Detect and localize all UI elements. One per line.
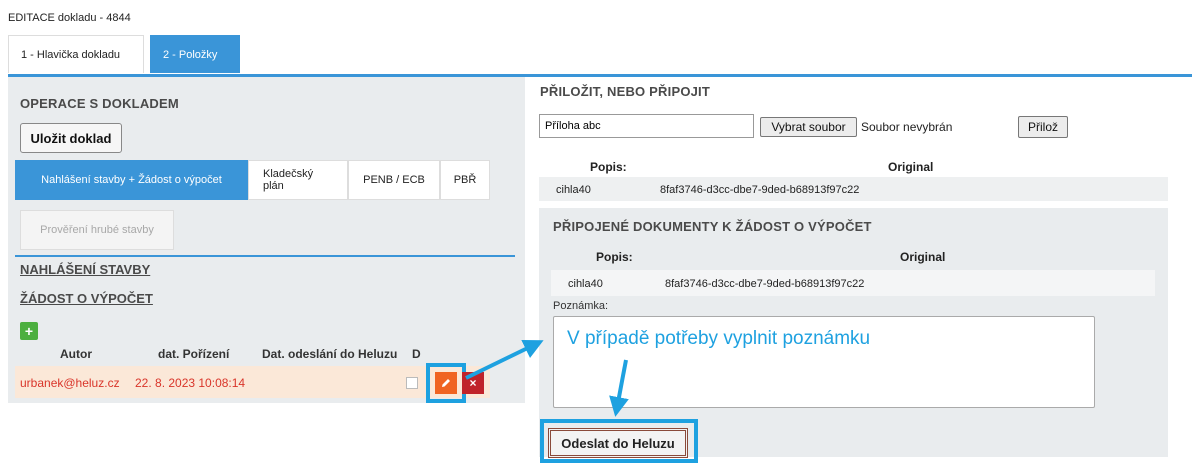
close-icon: × <box>469 376 477 390</box>
link-zadost-o-vypocet[interactable]: ŽÁDOST O VÝPOČET <box>20 291 153 306</box>
add-button[interactable]: + <box>20 322 38 340</box>
attach-button[interactable]: Přilož <box>1018 116 1068 138</box>
divider <box>15 255 515 257</box>
link-nahlaseni-stavby[interactable]: NAHLÁŠENÍ STAVBY <box>20 262 150 277</box>
checkbox[interactable] <box>406 377 418 389</box>
tab-polozky[interactable]: 2 - Položky <box>150 35 240 73</box>
note-label: Poznámka: <box>553 300 609 312</box>
delete-button[interactable]: × <box>462 372 484 394</box>
cell-popis: cihla40 <box>568 278 603 290</box>
connected-title: PŘIPOJENÉ DOKUMENTY K ŽÁDOST O VÝPOČET <box>553 219 872 234</box>
edit-button[interactable] <box>435 372 457 394</box>
pencil-icon <box>442 379 450 387</box>
col-header-dat-porizeni: dat. Pořízení <box>158 347 230 361</box>
col-header-autor: Autor <box>60 347 92 361</box>
cell-popis: cihla40 <box>556 184 591 196</box>
cell-original: 8faf3746-d3cc-dbe7-9ded-b68913f97c22 <box>665 278 865 290</box>
tab-pbr[interactable]: PBŘ <box>440 160 490 200</box>
tab-kladecsky-plan[interactable]: Kladečský plán <box>248 160 348 200</box>
tab-label: 1 - Hlavička dokladu <box>21 48 121 61</box>
attach-title: PŘILOŽIT, NEBO PŘIPOJIT <box>540 84 711 99</box>
send-to-heluz-button[interactable]: Odeslat do Heluzu <box>548 428 688 458</box>
page-title: EDITACE dokladu - 4844 <box>8 12 131 24</box>
cell-autor: urbanek@heluz.cz <box>20 376 120 390</box>
grid-header-popis: Popis: <box>590 160 627 174</box>
no-file-text: Soubor nevybrán <box>861 120 953 134</box>
grid-header-original: Original <box>888 160 934 174</box>
note-annotation: V případě potřeby vyplnit poznámku <box>567 328 871 349</box>
op-tab-label: PBŘ <box>453 174 477 186</box>
cell-original: 8faf3746-d3cc-dbe7-9ded-b68913f97c22 <box>660 184 860 196</box>
tab-nahlaseni-zadost[interactable]: Nahlášení stavby + Žádost o výpočet <box>15 160 248 200</box>
tab-hlavicka[interactable]: 1 - Hlavička dokladu <box>8 35 144 73</box>
section-title-operace: OPERACE S DOKLADEM <box>20 96 179 111</box>
save-button[interactable]: Uložit doklad <box>20 123 122 153</box>
cell-datum: 22. 8. 2023 10:08:14 <box>135 376 246 390</box>
op-tab-label: Kladečský plán <box>263 168 314 192</box>
operation-tabs: Nahlášení stavby + Žádost o výpočet Klad… <box>15 160 490 200</box>
check-structure-button[interactable]: Prověření hrubé stavby <box>20 210 174 250</box>
grid-header-popis: Popis: <box>596 250 633 264</box>
tab-label: 2 - Položky <box>163 48 218 61</box>
col-header-dat-odeslani: Dat. odeslání do Heluzu <box>262 347 398 361</box>
attachment-name-input[interactable] <box>539 114 754 138</box>
op-tab-label: PENB / ECB <box>363 174 425 186</box>
tab-penb-ecb[interactable]: PENB / ECB <box>348 160 440 200</box>
plus-icon: + <box>24 323 34 339</box>
grid-header-original: Original <box>900 250 946 264</box>
choose-file-button[interactable]: Vybrat soubor <box>760 117 857 137</box>
col-header-d: D <box>412 347 421 361</box>
op-tab-label: Nahlášení stavby + Žádost o výpočet <box>41 174 222 186</box>
